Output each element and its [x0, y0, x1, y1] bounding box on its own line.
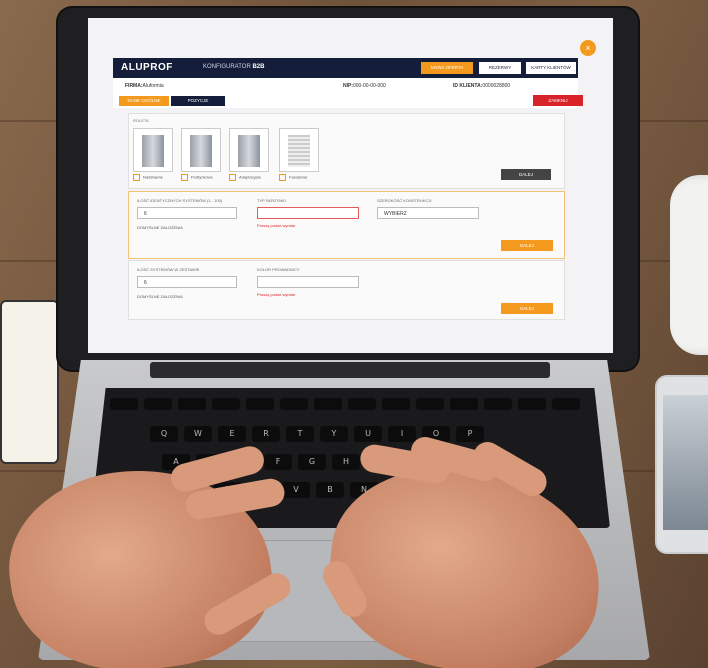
qty-label: ILOŚĆ SYSTEMÓW W ZESTAWIE: [137, 267, 200, 272]
key-q[interactable]: Q: [150, 426, 178, 442]
section-label: ROLETA: [133, 118, 149, 123]
function-key[interactable]: [348, 398, 376, 410]
default-option[interactable]: DOMYŚLNE ZAŁOŻENIA: [137, 294, 183, 299]
function-key[interactable]: [552, 398, 580, 410]
client-cards-button[interactable]: KARTY KLIENTÓW: [526, 62, 576, 74]
key-i[interactable]: I: [388, 426, 416, 442]
new-offer-button[interactable]: NOWA OFERTA: [421, 62, 473, 74]
function-key[interactable]: [314, 398, 342, 410]
error-message: Proszę podać wymiar: [257, 223, 296, 228]
nip-value: 000-00-00-000: [353, 83, 386, 89]
client-id: 0000028800: [482, 83, 511, 89]
orders-button[interactable]: REZERWY: [479, 62, 521, 74]
key-f[interactable]: F: [264, 454, 292, 470]
function-key[interactable]: [246, 398, 274, 410]
error-message: Proszę podać wymiar: [257, 292, 296, 297]
qty-label: ILOŚĆ IDENTYCZNYCH SYSTEMÓW (1 - 100): [137, 198, 223, 203]
app-title: KONFIGURATOR B2B: [203, 64, 265, 70]
next-button[interactable]: DALEJ: [501, 169, 551, 180]
option-label[interactable]: Adaptacyjne: [229, 174, 261, 181]
option-thumb[interactable]: [181, 128, 221, 172]
default-option[interactable]: DOMYŚLNE ZAŁOŻENIA: [137, 225, 183, 230]
photo-scene: × ALUPROF KONFIGURATOR B2B NOWA OFERTA R…: [0, 0, 708, 668]
next-button[interactable]: DALEJ: [501, 240, 553, 251]
config-panel: ILOŚĆ IDENTYCZNYCH SYSTEMÓW (1 - 100) 6 …: [128, 191, 565, 259]
option-thumb[interactable]: [279, 128, 319, 172]
laptop-screen: × ALUPROF KONFIGURATOR B2B NOWA OFERTA R…: [88, 18, 613, 353]
accessory-panel: ILOŚĆ SYSTEMÓW W ZESTAWIE 6 DOMYŚLNE ZAŁ…: [128, 260, 565, 320]
tab-bar: DANE OGÓLNE POZYCJE ZAMKNIJ: [113, 93, 583, 108]
coffee-cup: [670, 175, 708, 355]
function-key[interactable]: [518, 398, 546, 410]
smartphone: [655, 375, 708, 554]
option-thumb[interactable]: [229, 128, 269, 172]
key-p[interactable]: P: [456, 426, 484, 442]
key-t[interactable]: T: [286, 426, 314, 442]
width-select[interactable]: WYBIERZ: [377, 207, 479, 219]
function-key[interactable]: [416, 398, 444, 410]
key-u[interactable]: U: [354, 426, 382, 442]
function-key[interactable]: [280, 398, 308, 410]
qty-input[interactable]: 6: [137, 207, 237, 219]
shutter-type-panel: ROLETA Nadstawne Podtynkowe Adaptacyjne …: [128, 113, 565, 189]
function-key[interactable]: [212, 398, 240, 410]
laptop-hinge: [150, 362, 550, 378]
client-info-bar: FIRMA:Aluformia NIP:000-00-00-000 ID KLI…: [113, 78, 578, 93]
color-label: KOLOR PROWADNICY: [257, 267, 300, 272]
app-header: ALUPROF KONFIGURATOR B2B NOWA OFERTA REZ…: [113, 58, 578, 78]
function-key[interactable]: [484, 398, 512, 410]
key-g[interactable]: G: [298, 454, 326, 470]
brand-logo: ALUPROF: [121, 62, 173, 73]
function-key[interactable]: [382, 398, 410, 410]
type-label: TYP SKRZYNKI: [257, 198, 286, 203]
key-w[interactable]: W: [184, 426, 212, 442]
key-e[interactable]: E: [218, 426, 246, 442]
phone-screen: [663, 395, 708, 530]
key-h[interactable]: H: [332, 454, 360, 470]
color-select[interactable]: [257, 276, 359, 288]
close-button[interactable]: ZAMKNIJ: [533, 95, 583, 106]
next-button[interactable]: DALEJ: [501, 303, 553, 314]
tab-general[interactable]: DANE OGÓLNE: [119, 96, 169, 106]
key-v[interactable]: V: [282, 482, 310, 498]
option-label[interactable]: Fasadowe: [279, 174, 307, 181]
function-key[interactable]: [450, 398, 478, 410]
function-key[interactable]: [110, 398, 138, 410]
function-key[interactable]: [144, 398, 172, 410]
notebook: [0, 300, 59, 464]
function-key[interactable]: [178, 398, 206, 410]
option-label[interactable]: Nadstawne: [133, 174, 163, 181]
company-name: Aluformia: [142, 83, 164, 89]
option-thumb[interactable]: [133, 128, 173, 172]
width-label: SZEROKOŚĆ KONSTRUKCJI: [377, 198, 432, 203]
key-r[interactable]: R: [252, 426, 280, 442]
key-y[interactable]: Y: [320, 426, 348, 442]
tab-positions[interactable]: POZYCJE: [171, 96, 225, 106]
option-label[interactable]: Podtynkowe: [181, 174, 213, 181]
close-icon[interactable]: ×: [580, 40, 596, 56]
qty-input[interactable]: 6: [137, 276, 237, 288]
type-select[interactable]: [257, 207, 359, 219]
key-b[interactable]: B: [316, 482, 344, 498]
